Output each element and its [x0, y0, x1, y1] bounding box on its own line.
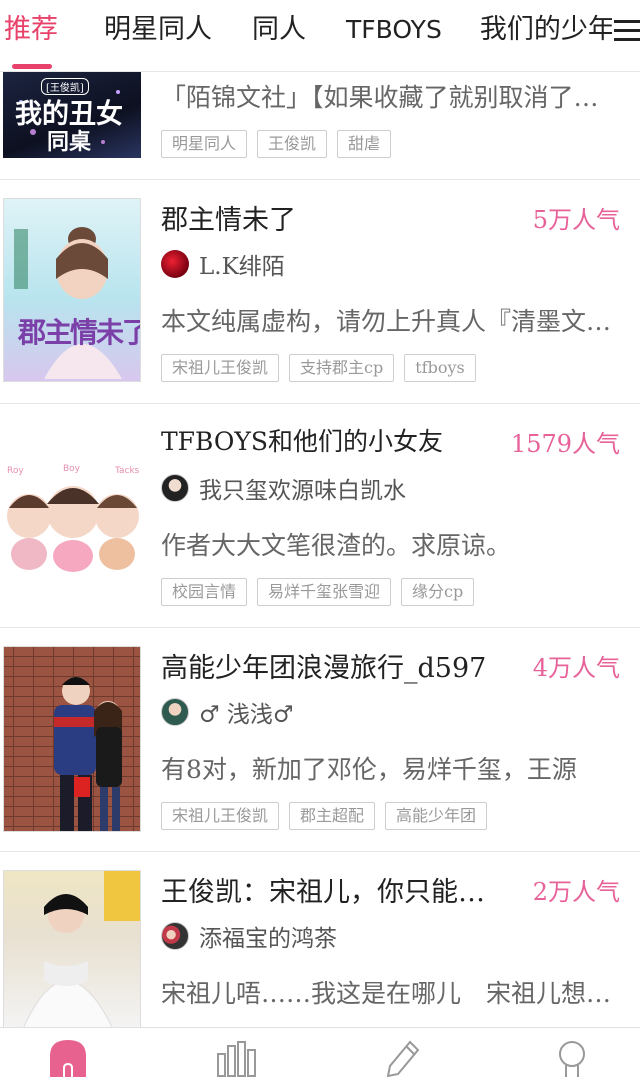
list-item[interactable]: 高能少年团浪漫旅行_d597 4万人气 ♂ 浅浅♂ 有8对，新加了邓伦，易烊千玺…: [0, 628, 640, 852]
tag-list: 校园言情 易烊千玺张雪迎 缘分cp: [161, 578, 475, 606]
book-description: 「陌锦文社」【如果收藏了就别取消了…: [161, 83, 599, 112]
tag-list: 宋祖儿王俊凯 支持郡主cp tfboys: [161, 354, 476, 382]
bottom-navigation: [0, 1027, 640, 1077]
list-item[interactable]: 郡主情未了 郡主情未了 5万人气 L.K绯陌 本文纯属虚构，请勿上升真人『清墨文…: [0, 180, 640, 404]
author-name: L.K绯陌: [199, 254, 285, 280]
book-description: 作者大大文笔很渣的。求原谅。: [161, 531, 512, 560]
popularity-count: 2万人气: [532, 878, 620, 906]
cover-art: [14, 227, 122, 379]
book-description: 有8对，新加了邓伦，易烊千玺，王源: [161, 755, 577, 784]
tab-recommend[interactable]: 推荐: [2, 0, 58, 60]
book-title[interactable]: TFBOYS和他们的小女友: [161, 422, 443, 458]
tag[interactable]: 校园言情: [161, 578, 248, 606]
author-name: 添福宝的鸿茶: [199, 926, 337, 952]
author[interactable]: L.K绯陌: [161, 248, 285, 280]
book-title[interactable]: 高能少年团浪漫旅行_d597: [161, 646, 486, 685]
cover-label: Roy: [7, 466, 24, 476]
home-icon[interactable]: [48, 1038, 98, 1077]
list-item[interactable]: [王俊凯] 我的丑女 同桌 「陌锦文社」【如果收藏了就别取消了… 明星同人 王俊…: [0, 72, 640, 180]
profile-icon[interactable]: [552, 1038, 602, 1077]
book-cover: Roy Boy Tacks: [3, 464, 141, 574]
tag-list: 明星同人 王俊凯 甜虐: [161, 130, 392, 158]
popularity-count: 4万人气: [532, 654, 620, 682]
author-avatar: [161, 474, 189, 502]
tag[interactable]: 郡主超配: [289, 802, 376, 830]
tag[interactable]: 支持郡主cp: [289, 354, 395, 382]
author[interactable]: 添福宝的鸿茶: [161, 920, 337, 952]
cover-art: [4, 647, 140, 831]
tag[interactable]: 宋祖儿王俊凯: [161, 354, 280, 382]
author-name: 我只玺欢源味白凯水: [199, 478, 406, 504]
write-icon[interactable]: [380, 1038, 430, 1077]
tag[interactable]: 甜虐: [337, 130, 392, 158]
tag[interactable]: 宋祖儿王俊凯: [161, 802, 280, 830]
tab-fanfic[interactable]: 同人: [250, 0, 306, 60]
author[interactable]: ♂ 浅浅♂: [161, 696, 294, 728]
book-description: 宋祖儿唔……我这是在哪儿 宋祖儿想…: [161, 979, 612, 1008]
cover-art: [7, 486, 139, 572]
cover-label: Tacks: [115, 466, 140, 476]
category-tabs: 推荐 明星同人 同人 TFBOYS 我们的少年: [0, 0, 615, 60]
tag[interactable]: tfboys: [404, 354, 476, 382]
book-title[interactable]: 王俊凯：宋祖儿，你只能…: [161, 870, 485, 909]
tag-list: 宋祖儿王俊凯 郡主超配 高能少年团: [161, 802, 488, 830]
author-avatar: [161, 922, 189, 950]
tab-our-youth[interactable]: 我们的少年: [478, 0, 615, 60]
popularity-count: 5万人气: [532, 206, 620, 234]
author-avatar: [161, 250, 189, 278]
cover-subtitle: 同桌: [47, 129, 92, 155]
tag[interactable]: 缘分cp: [401, 578, 475, 606]
tab-celebrity-fanfic[interactable]: 明星同人: [102, 0, 212, 60]
tag[interactable]: 王俊凯: [257, 130, 328, 158]
book-cover: [3, 870, 141, 1030]
top-tab-bar: 推荐 明星同人 同人 TFBOYS 我们的少年: [0, 0, 640, 72]
book-cover: 郡主情未了: [3, 198, 141, 382]
list-item[interactable]: 王俊凯：宋祖儿，你只能… 2万人气 添福宝的鸿茶 宋祖儿唔……我这是在哪儿 宋祖…: [0, 852, 640, 1030]
author[interactable]: 我只玺欢源味白凯水: [161, 472, 406, 504]
tag[interactable]: 高能少年团: [385, 802, 488, 830]
menu-icon[interactable]: [612, 14, 640, 48]
tab-tfboys[interactable]: TFBOYS: [344, 0, 442, 60]
book-description: 本文纯属虚构，请勿上升真人『清墨文…: [161, 307, 612, 336]
book-cover: [王俊凯] 我的丑女 同桌: [3, 72, 141, 158]
active-tab-indicator: [12, 64, 52, 69]
book-cover: [3, 646, 141, 832]
author-avatar: [161, 698, 189, 726]
ranking-icon[interactable]: [214, 1038, 264, 1077]
cover-label: Boy: [63, 464, 81, 474]
tag[interactable]: 易烊千玺张雪迎: [257, 578, 392, 606]
popularity-count: 1579人气: [510, 430, 620, 458]
list-item[interactable]: Roy Boy Tacks TFBOYS和他们的小女友 1579人气 我只玺欢源…: [0, 404, 640, 628]
book-title[interactable]: 郡主情未了: [161, 198, 296, 237]
cover-title: 郡主情未了: [18, 316, 141, 349]
tag[interactable]: 明星同人: [161, 130, 248, 158]
author-name: ♂ 浅浅♂: [199, 702, 294, 728]
cover-art: [22, 871, 140, 1029]
